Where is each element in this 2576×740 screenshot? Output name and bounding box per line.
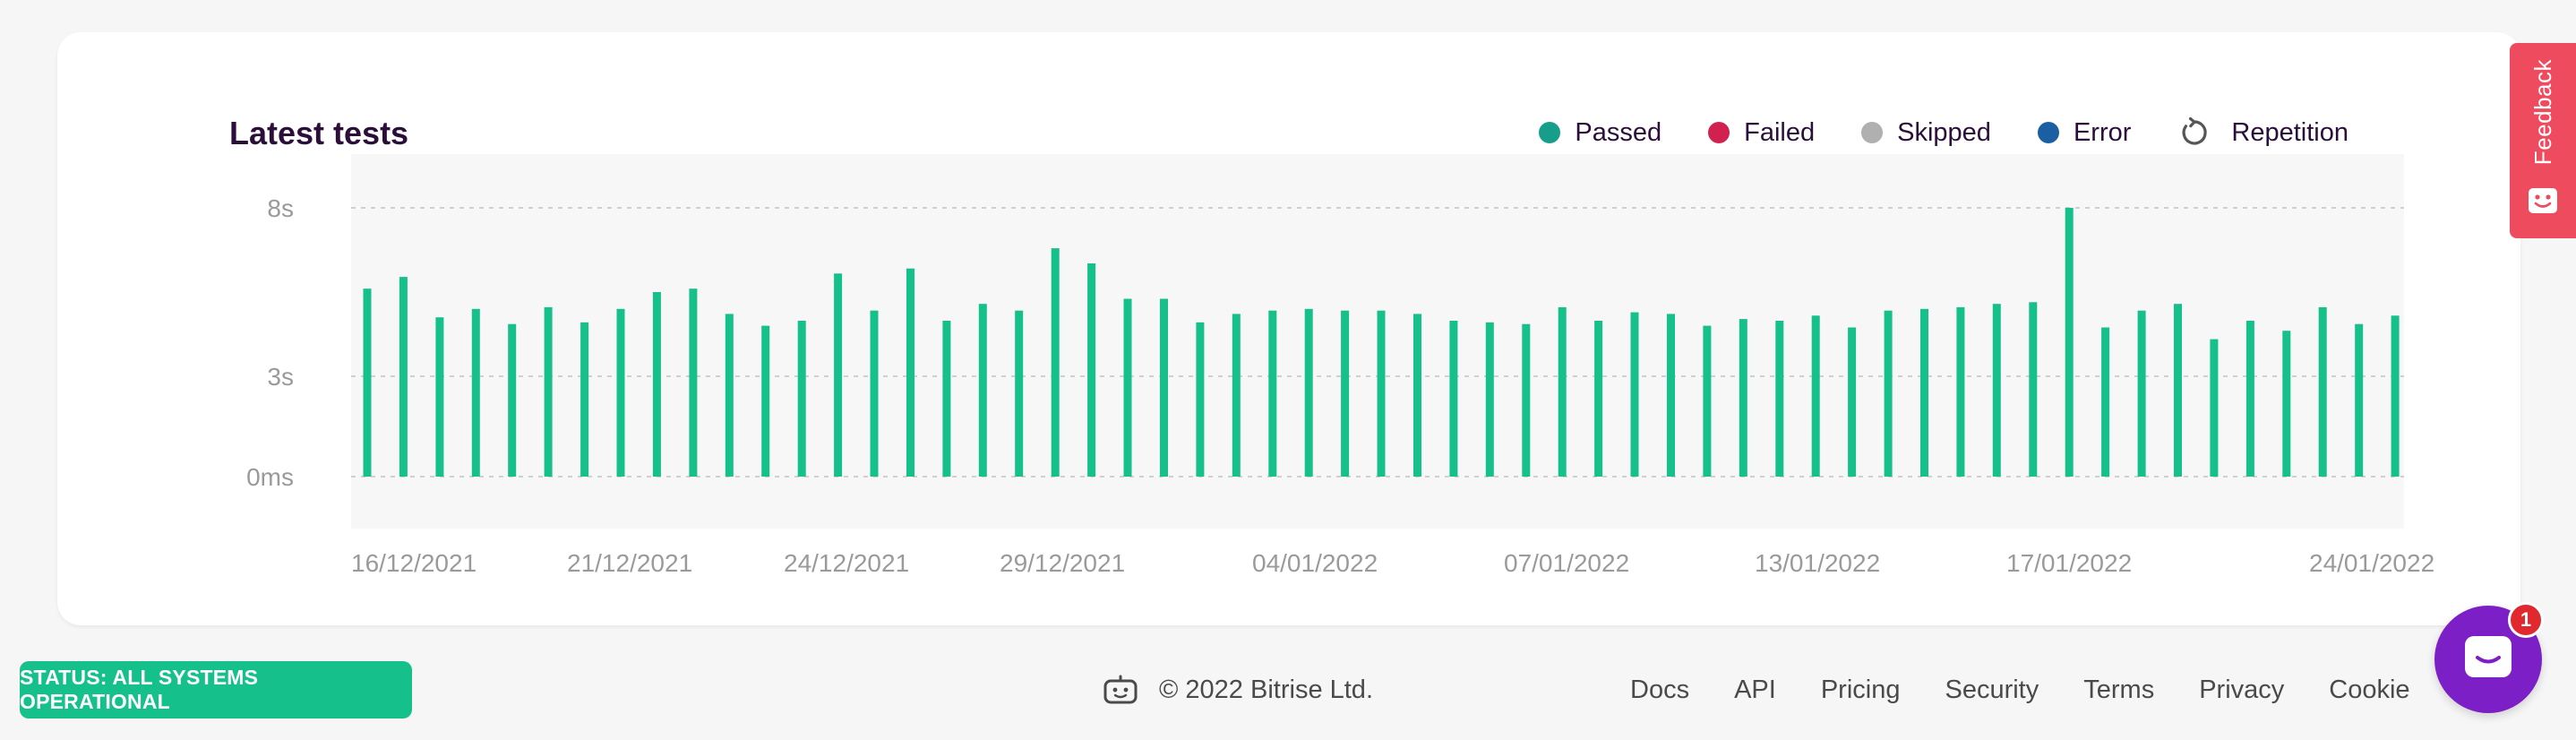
x-tick-label: 24/01/2022 (2309, 549, 2434, 577)
bar[interactable] (363, 288, 372, 477)
x-tick-label: 16/12/2021 (351, 549, 477, 577)
bar[interactable] (1196, 322, 1205, 477)
bar[interactable] (1594, 321, 1603, 477)
y-tick-label: 8s (267, 194, 294, 222)
x-tick-label: 04/01/2022 (1252, 549, 1378, 577)
bar[interactable] (1123, 298, 1132, 478)
bar[interactable] (1739, 319, 1747, 477)
chat-unread-badge: 1 (2508, 602, 2544, 638)
x-tick-label: 07/01/2022 (1504, 549, 1629, 577)
bar[interactable] (1485, 322, 1494, 477)
bar[interactable] (471, 308, 480, 477)
feedback-label: Feedback (2529, 59, 2556, 166)
x-tick-label: 24/12/2021 (784, 549, 909, 577)
bar[interactable] (725, 314, 734, 477)
x-tick-label: 21/12/2021 (567, 549, 692, 577)
bar[interactable] (652, 292, 661, 477)
bar[interactable] (1304, 308, 1313, 477)
bar[interactable] (1522, 323, 1531, 477)
bar[interactable] (580, 322, 589, 477)
bar[interactable] (1160, 298, 1168, 478)
bar[interactable] (1848, 327, 1857, 478)
bar[interactable] (2210, 339, 2219, 477)
bar[interactable] (1449, 321, 1458, 477)
bar[interactable] (1087, 263, 1096, 477)
chat-icon (2462, 633, 2514, 686)
footer-link-privacy[interactable]: Privacy (2199, 675, 2284, 705)
bar[interactable] (1667, 314, 1675, 477)
bar[interactable] (1811, 315, 1820, 477)
x-tick-label: 29/12/2021 (1000, 549, 1125, 577)
bar[interactable] (1775, 321, 1784, 477)
bar[interactable] (1015, 310, 1024, 477)
bar[interactable] (689, 288, 698, 477)
y-tick-label: 3s (267, 363, 294, 391)
feedback-tab[interactable]: Feedback (2510, 43, 2576, 238)
bar[interactable] (508, 323, 517, 477)
bar[interactable] (616, 308, 625, 477)
footer-link-security[interactable]: Security (1945, 675, 2039, 705)
bar[interactable] (2355, 323, 2364, 477)
bar[interactable] (834, 273, 843, 477)
bar[interactable] (761, 325, 770, 477)
footer-link-docs[interactable]: Docs (1630, 675, 1689, 705)
y-axis-ticks: 8s 3s 0ms (246, 194, 294, 491)
footer-link-cookie[interactable]: Cookie (2329, 675, 2409, 705)
x-tick-label: 13/01/2022 (1755, 549, 1880, 577)
bar[interactable] (797, 321, 806, 477)
bar[interactable] (1920, 308, 1928, 477)
footer-link-api[interactable]: API (1734, 675, 1776, 705)
x-tick-label: 17/01/2022 (2006, 549, 2132, 577)
bar[interactable] (1956, 306, 1965, 477)
bitrise-bot-icon (1102, 675, 1139, 705)
bar[interactable] (1268, 310, 1277, 477)
y-tick-label: 0ms (246, 463, 294, 491)
bar[interactable] (2101, 327, 2110, 478)
bar[interactable] (2029, 302, 2038, 477)
bar[interactable] (399, 277, 408, 477)
x-axis-ticks: 16/12/2021 21/12/2021 24/12/2021 29/12/2021… (351, 549, 2434, 577)
bar[interactable] (1630, 312, 1639, 477)
tests-bar-chart: 8s 3s 0ms 16/12/2021 21/12/2021 24/12/2021 29… (246, 154, 2434, 577)
bar[interactable] (906, 268, 914, 477)
bar[interactable] (978, 304, 987, 477)
footer-link-terms[interactable]: Terms (2083, 675, 2154, 705)
footer-links: Docs API Pricing Security Terms Privacy … (1630, 670, 2410, 710)
feedback-face-icon (2528, 187, 2558, 219)
bar[interactable] (2137, 310, 2146, 477)
bar[interactable] (1703, 325, 1712, 477)
footer-copyright: © 2022 Bitrise Ltd. (1102, 670, 1373, 710)
status-badge[interactable]: STATUS: ALL SYSTEMS OPERATIONAL (20, 661, 412, 718)
bar[interactable] (1884, 310, 1893, 477)
copyright-text: © 2022 Bitrise Ltd. (1159, 675, 1373, 704)
bar[interactable] (1232, 314, 1241, 477)
bar[interactable] (2065, 208, 2074, 477)
bar[interactable] (1558, 306, 1567, 477)
bar[interactable] (1341, 310, 1350, 477)
bar[interactable] (1051, 248, 1060, 477)
bar[interactable] (1992, 304, 2001, 477)
bar[interactable] (1413, 314, 1421, 477)
bar[interactable] (1377, 310, 1386, 477)
bar[interactable] (870, 310, 879, 477)
bar[interactable] (435, 317, 444, 477)
bar[interactable] (544, 306, 553, 477)
bar[interactable] (2282, 331, 2291, 477)
bar[interactable] (942, 321, 951, 477)
footer-link-pricing[interactable]: Pricing (1821, 675, 1901, 705)
bar[interactable] (2174, 304, 2182, 477)
bar[interactable] (2318, 306, 2327, 477)
bar[interactable] (2391, 315, 2400, 477)
bar[interactable] (2245, 321, 2254, 477)
